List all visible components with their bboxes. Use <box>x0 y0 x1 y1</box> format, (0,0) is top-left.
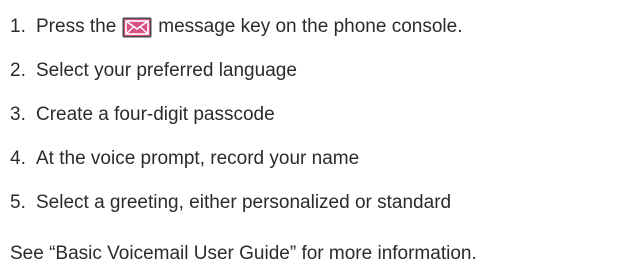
step-text-after-icon: message key on the phone console. <box>158 16 463 37</box>
step-4: 4. At the voice prompt, record your name <box>10 148 630 170</box>
step-3: 3. Create a four-digit passcode <box>10 104 630 126</box>
step-number: 3. <box>10 104 26 125</box>
step-1: 1. Press the message key on the phone co… <box>10 16 630 38</box>
reference-note: See “Basic Voicemail User Guide” for mor… <box>10 243 477 264</box>
step-number: 2. <box>10 60 26 81</box>
step-text-before-icon: Press the <box>36 16 117 37</box>
step-number: 5. <box>10 192 26 213</box>
step-2: 2. Select your preferred language <box>10 60 630 82</box>
step-text: Select a greeting, either personalized o… <box>36 192 452 213</box>
step-text: Create a four-digit passcode <box>36 104 275 125</box>
step-number: 1. <box>10 16 26 37</box>
step-text: At the voice prompt, record your name <box>36 148 360 169</box>
step-number: 4. <box>10 148 26 169</box>
instruction-steps: 1. Press the message key on the phone co… <box>10 16 630 214</box>
step-5: 5. Select a greeting, either personalize… <box>10 192 630 214</box>
envelope-icon <box>122 17 152 38</box>
step-text: Select your preferred language <box>36 60 297 81</box>
